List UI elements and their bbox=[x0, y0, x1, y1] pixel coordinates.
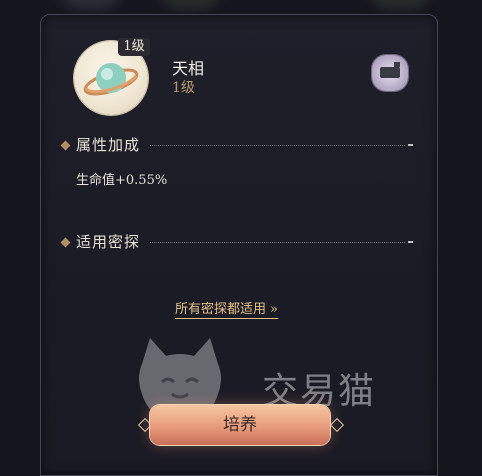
background-orb bbox=[60, 0, 120, 10]
attributes-title-text: 属性加成 bbox=[76, 136, 141, 154]
all-agents-apply-link[interactable]: 所有密探都适用» bbox=[175, 298, 278, 319]
diamond-bullet-icon bbox=[60, 140, 71, 150]
section-divider bbox=[150, 145, 405, 146]
section-divider bbox=[150, 242, 405, 243]
rank-scroll-icon bbox=[380, 62, 400, 78]
rank-scroll-button[interactable] bbox=[372, 55, 408, 91]
level-badge: 1级 bbox=[118, 38, 150, 56]
divider-end bbox=[408, 241, 413, 243]
item-name: 天相 bbox=[172, 59, 205, 78]
background-orb bbox=[370, 0, 430, 10]
diamond-bullet-icon bbox=[60, 237, 71, 247]
applicable-title-text: 适用密探 bbox=[76, 233, 141, 251]
item-level: 1级 bbox=[172, 80, 195, 96]
background-orb bbox=[160, 0, 220, 10]
attributes-section-title: 属性加成 bbox=[60, 134, 141, 155]
train-button[interactable]: 培养 bbox=[150, 405, 330, 445]
divider-end bbox=[408, 144, 413, 146]
attribute-bonus-text: 生命值+0.55% bbox=[76, 173, 168, 188]
applicable-section-title: 适用密探 bbox=[60, 231, 141, 252]
apply-link-label: 所有密探都适用 bbox=[175, 302, 267, 317]
double-chevron-right-icon: » bbox=[270, 302, 278, 317]
